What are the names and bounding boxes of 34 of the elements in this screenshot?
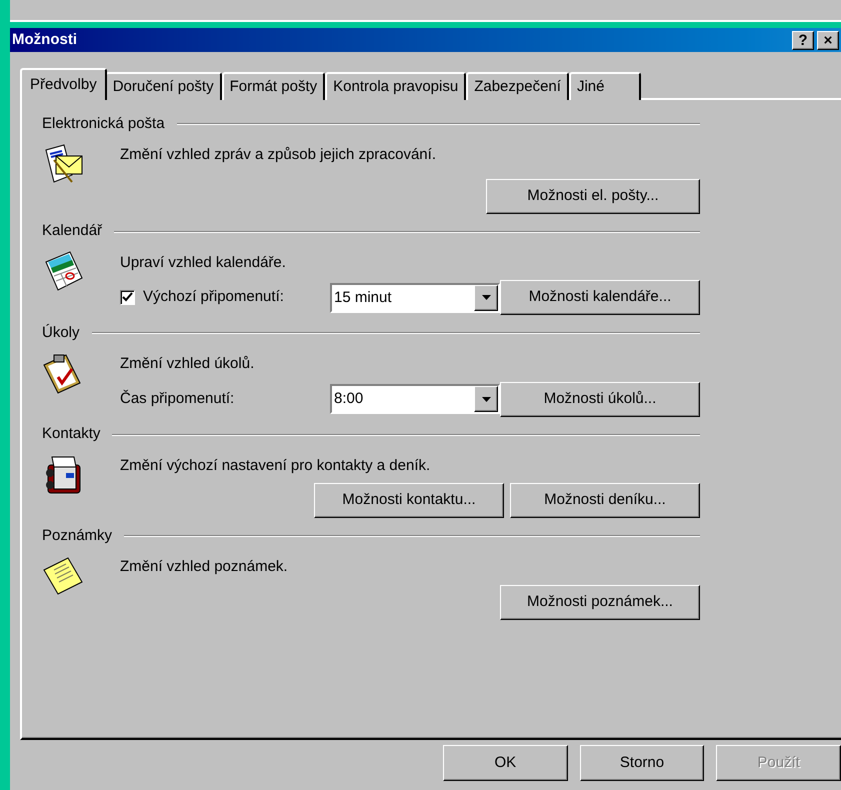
options-button[interactable]: Možnosti kontaktu... (314, 483, 504, 518)
reminder-dropdown[interactable]: 15 minut (330, 282, 500, 312)
section-description: Změní vzhled poznámek. (120, 557, 288, 577)
options-button[interactable]: Možnosti kalendáře... (500, 280, 700, 315)
section-description: Změní výchozí nastavení pro kontakty a deník. (120, 456, 430, 476)
section-description: Upraví vzhled kalendáře. (120, 252, 286, 272)
tab[interactable]: Předvolby (20, 68, 107, 100)
options-button[interactable]: Možnosti úkolů... (500, 382, 700, 416)
section-heading: Kalendář (42, 221, 102, 242)
window-title: Možnosti (12, 30, 78, 50)
reminder-label: Výchozí připomenutí: (143, 287, 284, 308)
tab[interactable]: Zabezpečení (466, 72, 569, 100)
tab[interactable]: Kontrola pravopisu (325, 72, 466, 100)
dialog-button[interactable]: Storno (580, 745, 704, 781)
help-button[interactable]: ? (792, 30, 814, 50)
options-button[interactable]: Možnosti deníku... (510, 483, 700, 518)
section-description: Změní vzhled zpráv a způsob jejich zpracování. (120, 145, 436, 165)
tab[interactable]: Doručení pošty (104, 72, 222, 100)
tab[interactable]: Formát pošty (222, 72, 326, 100)
dialog-button[interactable]: OK (443, 745, 568, 781)
section-heading: Úkoly (42, 322, 80, 343)
close-button[interactable]: × (817, 30, 839, 50)
checkbox[interactable] (120, 290, 135, 305)
section-heading: Poznámky (42, 526, 112, 546)
reminder-dropdown[interactable]: 8:00 (330, 384, 500, 414)
tab[interactable]: Jiné (568, 72, 641, 100)
dropdown-arrow-icon (482, 396, 490, 402)
dropdown-arrow-icon (482, 295, 490, 300)
section-description: Změní vzhled úkolů. (120, 354, 254, 374)
options-button[interactable]: Možnosti el. pošty... (486, 178, 700, 214)
reminder-label: Čas připomenutí: (120, 388, 234, 409)
section-heading: Elektronická pošta (42, 114, 165, 134)
section-heading: Kontakty (42, 424, 100, 444)
options-button[interactable]: Možnosti poznámek... (500, 584, 700, 620)
